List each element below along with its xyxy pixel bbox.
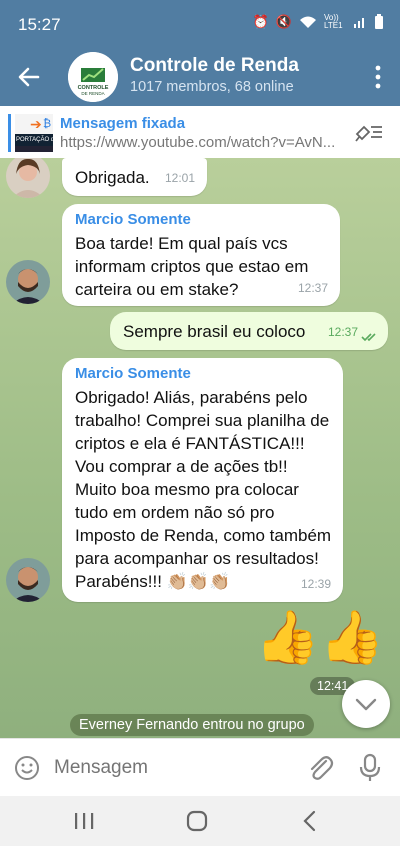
message-text: Obrigada. [75, 168, 150, 187]
mute-icon: 🔇 [275, 14, 292, 29]
chat-area[interactable]: Obrigada. 12:01 Marcio Somente Boa tarde… [0, 158, 400, 738]
pinned-list-icon[interactable] [354, 121, 384, 143]
group-title[interactable]: Controle de Renda [130, 55, 299, 77]
group-avatar[interactable]: CONTROLE DE RENDA [68, 52, 118, 102]
wifi-icon [300, 16, 316, 28]
home-icon[interactable] [183, 808, 211, 834]
sender-avatar-female[interactable] [6, 158, 50, 198]
recent-apps-icon[interactable] [70, 808, 98, 834]
group-member-count: 1017 membros, 68 online [130, 79, 294, 95]
message-bubble-4[interactable]: Marcio Somente Obrigado! Aliás, parabéns… [62, 358, 343, 602]
message-bubble-1[interactable]: Obrigada. 12:01 [62, 158, 207, 196]
scroll-to-bottom-button[interactable] [342, 680, 390, 728]
sender-avatar-marcio[interactable] [6, 558, 50, 602]
pinned-thumbnail: ➔ ₿ PORTAÇÃO de C [15, 114, 53, 152]
chevron-down-icon [355, 698, 377, 711]
message-time: 12:39 [300, 577, 331, 591]
battery-icon [375, 14, 383, 29]
pinned-accent-bar [8, 114, 11, 152]
thumbs-up-emoji-message[interactable]: 👍👍 [255, 606, 385, 676]
sender-name[interactable]: Marcio Somente [75, 364, 191, 384]
system-join-message: Everney Fernando entrou no grupo [70, 714, 314, 736]
pinned-url: https://www.youtube.com/watch?v=AvN... [60, 134, 336, 151]
system-navigation-bar [0, 796, 400, 846]
signal-icon [354, 18, 364, 28]
back-arrow-icon[interactable] [16, 64, 42, 90]
alarm-icon: ⏰ [252, 14, 269, 29]
pinned-title: Mensagem fixada [60, 115, 186, 132]
message-text: Sempre brasil eu coloco [123, 322, 306, 341]
thumbs-up-icon: 👍👍 [255, 609, 385, 667]
chat-header: CONTROLE DE RENDA Controle de Renda 1017… [0, 50, 400, 106]
message-composer [0, 738, 400, 797]
microphone-icon[interactable] [358, 753, 382, 783]
message-time: 12:01 [164, 171, 195, 185]
message-text: Boa tarde! Em qual país vcs informam cri… [75, 234, 309, 299]
message-time: 12:37 [327, 325, 358, 339]
message-text: Obrigado! Aliás, parabéns pelo trabalho!… [75, 388, 332, 591]
sender-avatar-marcio[interactable] [6, 260, 50, 304]
status-time: 15:27 [18, 15, 61, 34]
clapping-emoji: 👏🏼👏🏼👏🏼 [166, 572, 231, 591]
back-icon[interactable] [296, 808, 324, 834]
message-bubble-2[interactable]: Marcio Somente Boa tarde! Em qual país v… [62, 204, 340, 306]
group-logo-icon: CONTROLE DE RENDA [68, 52, 118, 102]
emoji-icon[interactable] [14, 755, 40, 781]
pinned-message-bar[interactable]: ➔ ₿ PORTAÇÃO de C Mensagem fixada https:… [0, 106, 400, 159]
sender-name[interactable]: Marcio Somente [75, 210, 191, 230]
status-bar: 15:27 ⏰ 🔇 Vo)) LTE1 [0, 0, 400, 50]
message-time: 12:37 [297, 281, 328, 295]
status-icons: ⏰ 🔇 Vo)) LTE1 [253, 14, 384, 30]
more-options-icon[interactable] [374, 64, 382, 90]
read-checkmarks-icon [361, 333, 376, 342]
svg-text:DE RENDA: DE RENDA [81, 91, 104, 96]
network-label: Vo)) LTE1 [324, 13, 343, 30]
message-input[interactable] [54, 757, 284, 779]
message-bubble-3-outgoing[interactable]: Sempre brasil eu coloco 12:37 [110, 312, 388, 350]
attach-icon[interactable] [306, 753, 334, 783]
